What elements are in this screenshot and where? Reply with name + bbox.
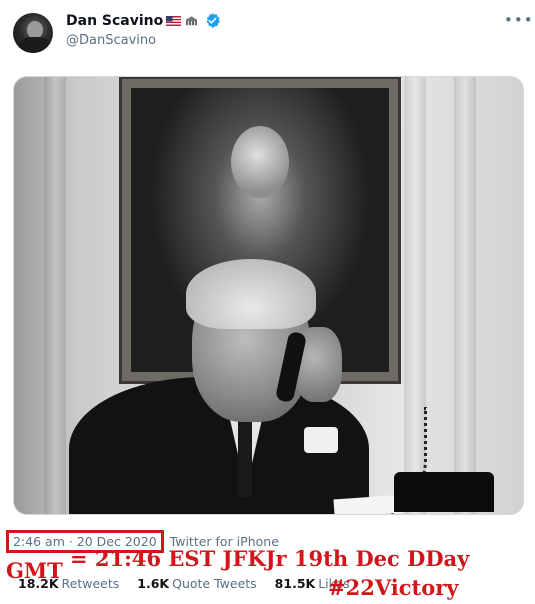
more-options-icon[interactable]: ••• [504, 11, 534, 29]
curtain-fold [44, 77, 66, 514]
curtain-fold [454, 77, 476, 514]
avatar[interactable] [13, 13, 53, 53]
photo-subject-hair [186, 259, 316, 329]
us-flag-icon [166, 15, 182, 26]
retweets-label: Retweets [61, 576, 120, 591]
likes-count: 81.5K [274, 576, 316, 591]
painting-figure [231, 126, 289, 198]
quote-tweets-count: 1.6K [137, 576, 170, 591]
engagement-stats: 18.2K Retweets 1.6K Quote Tweets 81.5K Like… [18, 576, 350, 591]
display-name[interactable]: Dan Scavino [66, 13, 163, 29]
author-handle[interactable]: @DanScavino [66, 33, 156, 48]
verified-badge-icon [206, 13, 221, 28]
avatar-body [19, 37, 51, 53]
shirt-cuff [304, 427, 338, 453]
annotation-gmt: GMT [6, 558, 63, 583]
quote-tweets-stat[interactable]: 1.6K Quote Tweets [137, 576, 256, 591]
annotation-time-note: = 21:46 EST JFKJr 19th Dec DDay [70, 546, 470, 571]
author-name-row: Dan Scavino [66, 12, 221, 29]
desk-telephone [394, 472, 494, 512]
quote-tweets-label: Quote Tweets [172, 576, 257, 591]
building-icon [185, 15, 198, 25]
annotation-hashtag: #22Victory [328, 575, 459, 600]
tweet-photo[interactable] [13, 76, 524, 515]
